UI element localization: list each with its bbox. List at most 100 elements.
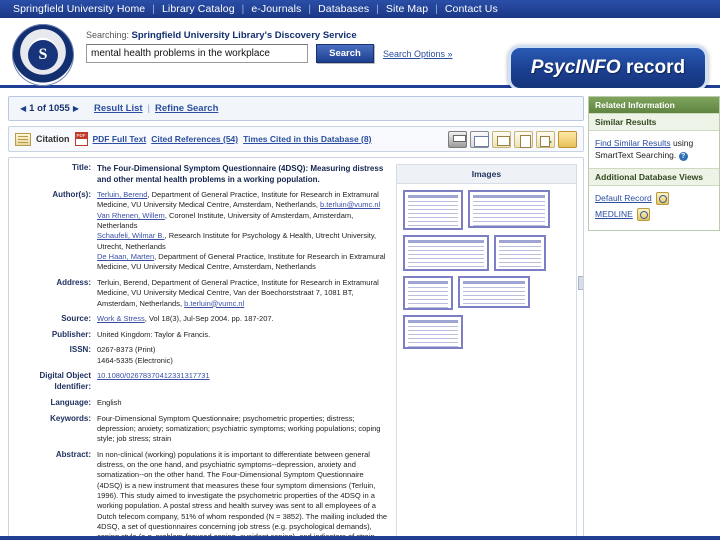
magnifier-icon[interactable] <box>655 191 669 205</box>
field-label-abstract: Abstract: <box>55 449 91 459</box>
nav-link-site-map[interactable]: Site Map <box>379 3 435 15</box>
nav-link-home[interactable]: Springfield University Home <box>6 3 152 15</box>
thumbnail-line <box>407 254 484 255</box>
psycinfo-record-page: Springfield University Home | Library Ca… <box>0 0 720 540</box>
figure-thumbnail-5[interactable] <box>402 276 453 310</box>
thumbnail-line <box>462 291 525 292</box>
figure-thumbnail-3[interactable] <box>402 235 489 271</box>
issn-print: 0267-8373 (Print) <box>97 345 156 355</box>
field-label-source: Source: <box>61 313 91 323</box>
record-toolbar: Citation PDF Full Text Cited References … <box>8 126 584 152</box>
author-link-4[interactable]: De Haan, Marten <box>97 252 154 261</box>
database-view-medline[interactable]: MEDLINE <box>595 207 713 221</box>
thumbnail-line <box>407 303 448 304</box>
similar-results-panel: Related Information Similar Results Find… <box>588 96 720 231</box>
result-list-link[interactable]: Result List <box>94 103 143 114</box>
thumbnail-line <box>498 246 541 247</box>
doi-link[interactable]: 10.1080/02678370412331317731 <box>97 371 210 380</box>
page-bottom-rule <box>0 536 720 540</box>
nav-link-contact-us[interactable]: Contact Us <box>438 3 505 15</box>
export-icon[interactable] <box>536 130 555 148</box>
source-journal-link[interactable]: Work & Stress <box>97 314 145 323</box>
field-label-authors: Author(s): <box>52 190 91 200</box>
folder-icon[interactable] <box>558 130 577 148</box>
callout-suffix: record <box>620 57 686 78</box>
search-button[interactable]: Search <box>316 44 374 63</box>
thumbnail-line <box>462 287 525 288</box>
author-email-1[interactable]: b.terluin@vumc.nl <box>320 200 380 209</box>
searching-service-line: Searching: Springfield University Librar… <box>86 30 357 41</box>
database-view-default-record[interactable]: Default Record <box>595 191 713 205</box>
thumbnail-line <box>407 342 458 343</box>
record-scroll-handle[interactable] <box>578 276 583 290</box>
magnifier-icon[interactable] <box>636 207 650 221</box>
field-keywords: Keywords: Four-Dimensional Symptom Quest… <box>9 414 396 445</box>
image-thumbnail-list <box>397 184 576 355</box>
figure-thumbnail-1[interactable] <box>402 190 463 230</box>
author-link-2[interactable]: Van Rhenen, Willem <box>97 211 165 220</box>
nav-link-ejournals[interactable]: e-Journals <box>244 3 308 15</box>
figure-thumbnail-6[interactable] <box>457 276 530 308</box>
field-doi: Digital Object Identifier: 10.1080/02678… <box>9 371 396 393</box>
thumbnail-line <box>472 225 545 226</box>
field-value-title: The Four-Dimensional Symptom Questionnai… <box>97 164 384 185</box>
author-link-3[interactable]: Schaufeli, Wilmar B. <box>97 231 165 240</box>
cite-icon[interactable] <box>514 130 533 148</box>
figure-thumbnail-7[interactable] <box>402 315 463 349</box>
figure-thumbnail-2[interactable] <box>467 190 550 228</box>
times-cited-link[interactable]: Times Cited in this Database (8) <box>243 134 371 144</box>
next-result-icon[interactable]: ▶ <box>70 104 82 113</box>
images-panel-title: Images <box>396 165 576 184</box>
pdf-full-text-link[interactable]: PDF Full Text <box>93 134 147 144</box>
save-icon[interactable] <box>492 130 511 148</box>
university-crest-logo: S <box>12 24 74 86</box>
similar-results-content: Find Similar Results using SmartText Sea… <box>589 131 719 168</box>
page-body: ◀ 1 of 1055 ▶ Result List | Refine Searc… <box>0 88 720 540</box>
field-value-abstract: In non-clinical (working) populations it… <box>97 449 388 540</box>
citation-record-panel: Title: The Four-Dimensional Symptom Ques… <box>8 157 584 540</box>
nav-link-library-catalog[interactable]: Library Catalog <box>155 3 242 15</box>
cited-references-link[interactable]: Cited References (54) <box>151 134 238 144</box>
address-email-link[interactable]: b.terluin@vumc.nl <box>184 299 244 308</box>
field-label-keywords: Keywords: <box>50 413 91 423</box>
thumbnail-line <box>407 291 448 292</box>
main-content-column: ◀ 1 of 1055 ▶ Result List | Refine Searc… <box>0 92 588 540</box>
field-abstract: Abstract: In non-clinical (working) popu… <box>9 450 396 540</box>
thumbnail-header-band <box>407 281 448 284</box>
thumbnail-header-band <box>407 320 458 323</box>
citation-icon <box>15 132 31 146</box>
default-record-link[interactable]: Default Record <box>595 192 652 204</box>
search-options-link[interactable]: Search Options » <box>383 49 453 59</box>
thumbnail-line <box>472 209 545 210</box>
refine-search-link[interactable]: Refine Search <box>155 103 218 114</box>
author-link-1[interactable]: Terluin, Berend <box>97 190 147 199</box>
thumbnail-line <box>407 266 484 267</box>
figure-thumbnail-4[interactable] <box>493 235 546 271</box>
thumbnail-line <box>407 287 448 288</box>
images-panel: Images <box>395 164 577 540</box>
thumbnail-line <box>498 262 541 263</box>
thumbnail-line <box>498 258 541 259</box>
similar-results-header: Similar Results <box>589 113 719 131</box>
email-icon[interactable] <box>470 130 489 148</box>
find-similar-results-link[interactable]: Find Similar Results <box>595 138 671 148</box>
thumbnail-line <box>407 205 458 206</box>
help-icon[interactable]: ? <box>678 151 688 161</box>
field-value-language: English <box>97 397 122 407</box>
psycinfo-record-callout: PsycINFO record <box>508 45 708 91</box>
thumbnail-line <box>407 262 484 263</box>
print-icon[interactable] <box>448 130 467 148</box>
previous-result-icon[interactable]: ◀ <box>17 104 29 113</box>
thumbnail-line <box>472 205 545 206</box>
callout-emphasis: PsycINFO <box>530 57 621 78</box>
field-value-publisher: United Kingdom: Taylor & Francis. <box>97 329 211 339</box>
thumbnail-line <box>472 221 545 222</box>
field-label-title: Title: <box>72 163 91 172</box>
field-label-doi: Digital Object Identifier: <box>39 371 91 391</box>
additional-database-views-content: Default Record MEDLINE <box>589 186 719 230</box>
medline-link[interactable]: MEDLINE <box>595 208 633 220</box>
nav-link-databases[interactable]: Databases <box>311 3 376 15</box>
toolbar-right-group <box>448 130 577 148</box>
pdf-icon <box>74 132 88 146</box>
search-input[interactable] <box>86 44 308 63</box>
